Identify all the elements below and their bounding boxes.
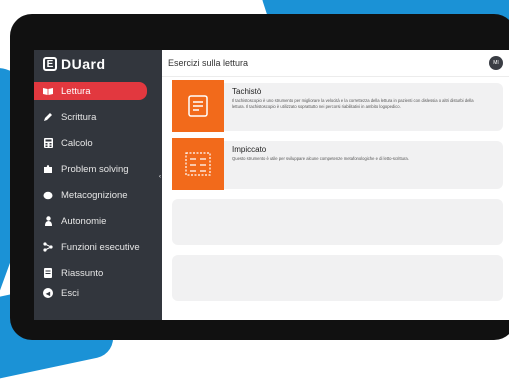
card-title: Tachistò xyxy=(232,87,262,96)
tablet-frame: E DUard Lettura Scrittura Calcolo Proble… xyxy=(10,14,509,340)
app-logo[interactable]: E DUard xyxy=(34,52,162,76)
sidebar-item-label: Lettura xyxy=(61,85,91,97)
card-title: Impiccato xyxy=(232,145,267,154)
sidebar-item-lettura[interactable]: Lettura xyxy=(34,82,147,100)
puzzle-icon xyxy=(43,164,53,174)
logout-icon: ◂ xyxy=(43,288,53,298)
sidebar-item-funzioni-esecutive[interactable]: Funzioni esecutive xyxy=(34,238,162,256)
logout-label: Esci xyxy=(61,287,79,299)
sidebar-item-scrittura[interactable]: Scrittura xyxy=(34,108,162,126)
sidebar-item-riassunto[interactable]: Riassunto xyxy=(34,264,162,282)
exercise-card-tachisto[interactable]: Tachistò Il tachistoscopio è uno strumen… xyxy=(172,80,503,132)
tachisto-icon xyxy=(172,80,224,132)
chevron-left-icon: ‹ xyxy=(159,174,161,180)
sidebar-item-label: Problem solving xyxy=(61,163,129,175)
avatar[interactable]: MI xyxy=(489,56,503,70)
exercise-card-placeholder xyxy=(172,199,503,245)
book-icon xyxy=(43,86,53,96)
exercise-list: Tachistò Il tachistoscopio è uno strumen… xyxy=(162,77,509,301)
document-icon xyxy=(43,268,53,278)
card-description: Il tachistoscopio è uno strumento per mi… xyxy=(232,98,474,109)
sidebar: E DUard Lettura Scrittura Calcolo Proble… xyxy=(34,50,162,320)
sidebar-item-label: Autonomie xyxy=(61,215,107,227)
card-description: Questo strumento è utile per sviluppare … xyxy=(232,156,409,161)
exercise-card-placeholder xyxy=(172,255,503,301)
app-screen: E DUard Lettura Scrittura Calcolo Proble… xyxy=(34,50,509,320)
exercise-card-impiccato[interactable]: Impiccato Questo strumento è utile per s… xyxy=(172,138,503,190)
network-icon xyxy=(43,242,53,252)
sidebar-item-label: Funzioni esecutive xyxy=(61,241,140,253)
sidebar-nav: Lettura Scrittura Calcolo Problem solvin… xyxy=(34,82,162,282)
page-header: Esercizi sulla lettura MI xyxy=(162,50,509,77)
sidebar-item-label: Metacognizione xyxy=(61,189,128,201)
sidebar-item-problem-solving[interactable]: Problem solving xyxy=(34,160,162,178)
sidebar-item-label: Calcolo xyxy=(61,137,93,149)
logo-text: DUard xyxy=(61,56,106,72)
logo-mark: E xyxy=(43,57,57,71)
sidebar-item-label: Riassunto xyxy=(61,267,104,279)
person-icon xyxy=(43,216,53,226)
sidebar-item-autonomie[interactable]: Autonomie xyxy=(34,212,162,230)
sidebar-item-metacognizione[interactable]: Metacognizione xyxy=(34,186,162,204)
pencil-icon xyxy=(43,112,53,122)
sidebar-item-label: Scrittura xyxy=(61,111,97,123)
calculator-icon xyxy=(43,138,53,148)
page-title: Esercizi sulla lettura xyxy=(168,58,249,68)
main-content: Esercizi sulla lettura MI Tachistò Il ta… xyxy=(162,50,509,320)
word-grid-icon xyxy=(172,138,224,190)
sidebar-item-calcolo[interactable]: Calcolo xyxy=(34,134,162,152)
logout-button[interactable]: ◂ Esci xyxy=(34,284,79,302)
brain-icon xyxy=(43,190,53,200)
